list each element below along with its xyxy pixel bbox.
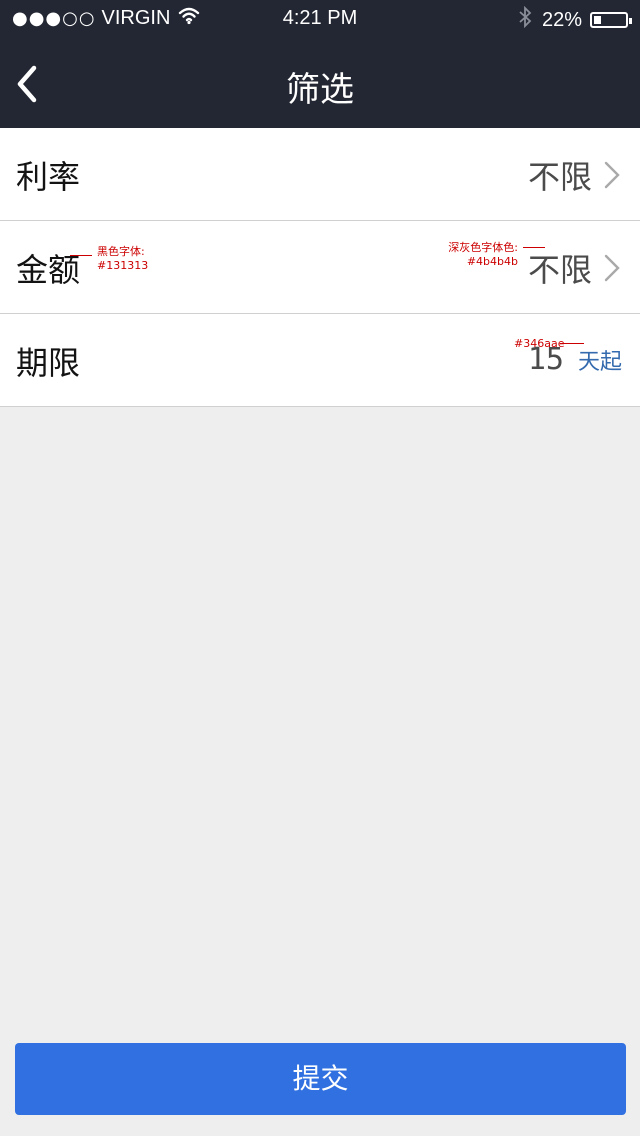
annotation-line [560,343,584,344]
term-unit: 天起 [577,350,622,375]
submit-button[interactable]: 提交 [15,1043,626,1115]
top-bar: ●●●○○ VIRGIN 4:21 PM 22% 筛选 [0,0,640,128]
annotation-color: #346aae [514,337,565,350]
annotation-line [523,247,545,248]
filter-value: 不限 [527,251,592,289]
filter-label: 利率 [16,158,81,196]
battery-cap [629,18,632,24]
filter-label: 金额 [16,251,81,289]
annotation-title: 深灰色字体色: [448,241,518,254]
chevron-right-icon [604,161,620,189]
status-bar: ●●●○○ VIRGIN 4:21 PM 22% [0,0,640,40]
bluetooth-icon [518,5,532,34]
battery-fill [594,16,601,24]
filter-value: 不限 [527,158,592,196]
battery-icon [590,12,632,28]
page-title: 筛选 [286,70,354,110]
annotation-gray-font: 深灰色字体色: #4b4b4b [433,241,518,269]
annotation-blue-font: #346aae [514,337,564,351]
filter-row-term[interactable]: 期限 15 天起 #346aae [0,314,640,407]
annotation-title: 黑色字体: [97,245,145,258]
annotation-color: #131313 [97,259,149,272]
annotation-line [70,255,92,256]
annotation-color: #4b4b4b [466,255,518,268]
filter-list: 利率 不限 金额 不限 黑色字体: #131313 深灰色字体色: #4b4b4… [0,128,640,407]
chevron-right-icon [604,254,620,282]
annotation-black-font: 黑色字体: #131313 [97,245,148,273]
status-right: 22% [518,5,632,34]
filter-label: 期限 [16,344,81,382]
filter-row-rate[interactable]: 利率 不限 [0,128,640,221]
battery-percent: 22% [541,8,582,31]
filter-row-amount[interactable]: 金额 不限 黑色字体: #131313 深灰色字体色: #4b4b4b [0,221,640,314]
